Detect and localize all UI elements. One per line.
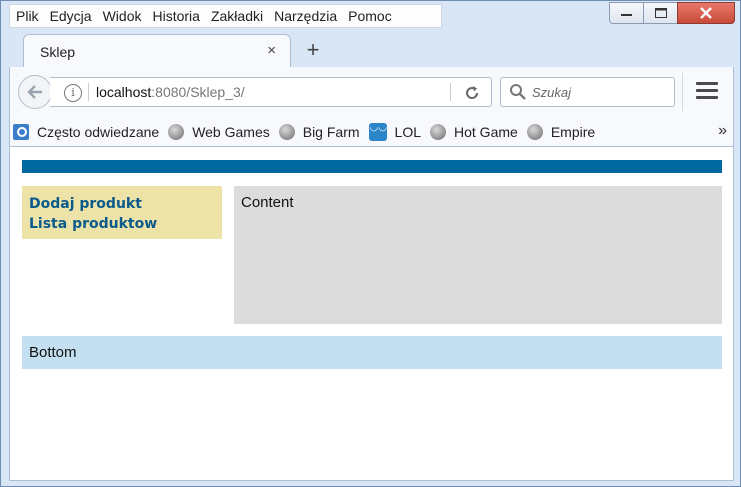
url-host: localhost — [96, 84, 152, 100]
site-info-icon[interactable]: i — [64, 84, 82, 102]
menu-historia[interactable]: Historia — [153, 8, 200, 24]
minimize-icon — [620, 14, 632, 16]
reload-button[interactable] — [462, 83, 482, 103]
new-tab-button[interactable]: + — [301, 37, 325, 63]
bookmark-lol[interactable]: LOL — [368, 122, 421, 141]
globe-icon — [430, 123, 446, 140]
link-lista-produktow[interactable]: Lista produktow — [29, 214, 215, 234]
menu-plik[interactable]: Plik — [16, 8, 39, 24]
bookmark-label: Empire — [550, 123, 596, 140]
url-path: :8080/Sklep_3/ — [151, 84, 245, 100]
globe-icon — [168, 123, 185, 140]
hamburger-menu-icon[interactable] — [696, 82, 718, 102]
back-button[interactable] — [18, 75, 52, 109]
bookmark-label: Big Farm — [302, 123, 360, 140]
tab-title: Sklep — [40, 44, 76, 60]
link-dodaj-produkt[interactable]: Dodaj produkt — [29, 194, 215, 214]
menu-pomoc[interactable]: Pomoc — [348, 8, 392, 24]
bookmarks-overflow-icon[interactable]: » — [718, 122, 727, 140]
url-separator — [88, 83, 89, 101]
bookmark-empire[interactable]: Empire — [526, 123, 596, 140]
minimize-button[interactable] — [609, 2, 644, 24]
navigation-bar: i localhost:8080/Sklep_3/ Szukaj — [9, 67, 734, 117]
menu-widok[interactable]: Widok — [103, 8, 142, 24]
bookmark-hot-game[interactable]: Hot Game — [430, 123, 518, 140]
url-text[interactable]: localhost:8080/Sklep_3/ — [96, 84, 245, 100]
bookmark-label: LOL — [394, 123, 421, 140]
bookmark-big-farm[interactable]: Big Farm — [278, 123, 360, 140]
toolbar-separator — [682, 73, 683, 111]
bookmarks-toolbar: Często odwiedzane Web Games Big Farm LOL… — [9, 117, 734, 147]
globe-icon — [278, 123, 295, 140]
frequent-icon — [13, 123, 29, 140]
footer-bottom: Bottom — [22, 336, 722, 369]
url-bar[interactable]: i localhost:8080/Sklep_3/ — [50, 77, 492, 107]
reload-icon — [466, 86, 479, 99]
page-header-bar — [22, 160, 722, 173]
content-area: Content — [234, 186, 722, 324]
search-placeholder: Szukaj — [532, 85, 572, 100]
close-icon — [700, 7, 712, 19]
maximize-icon — [654, 8, 667, 18]
maximize-button[interactable] — [643, 2, 678, 24]
back-arrow-icon — [27, 85, 42, 99]
sidebar-menu: Dodaj produkt Lista produktow — [22, 186, 222, 239]
tab-sklep[interactable]: Sklep × — [23, 34, 291, 68]
search-input[interactable]: Szukaj — [500, 77, 675, 107]
menu-edycja[interactable]: Edycja — [50, 8, 92, 24]
menu-bar: Plik Edycja Widok Historia Zakładki Narz… — [9, 4, 442, 28]
close-window-button[interactable] — [677, 2, 735, 24]
bookmark-web-games[interactable]: Web Games — [168, 123, 270, 140]
url-divider — [450, 83, 451, 101]
bookmark-label: Często odwiedzane — [37, 123, 160, 140]
bookmark-czesto-odwiedzane[interactable]: Często odwiedzane — [13, 123, 160, 140]
tab-close-icon[interactable]: × — [267, 42, 276, 59]
bookmark-label: Hot Game — [454, 123, 518, 140]
menu-narzedzia[interactable]: Narzędzia — [274, 8, 337, 24]
lol-icon — [368, 122, 387, 141]
menu-zakladki[interactable]: Zakładki — [211, 8, 263, 24]
page-viewport: Dodaj produkt Lista produktow Content Bo… — [9, 147, 734, 481]
bookmark-label: Web Games — [192, 123, 270, 140]
globe-icon — [526, 123, 543, 140]
browser-window: Plik Edycja Widok Historia Zakładki Narz… — [0, 0, 741, 487]
search-icon — [510, 84, 526, 100]
